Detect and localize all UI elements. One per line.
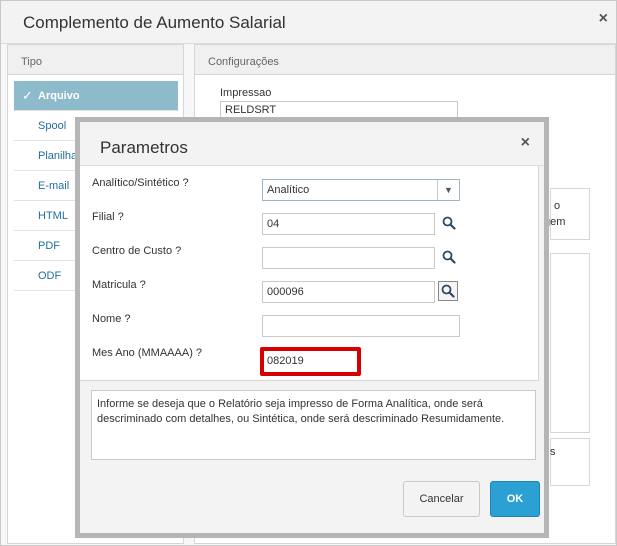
filial-input[interactable]: 04 [262, 213, 435, 235]
impressao-label: Impressao [220, 87, 272, 99]
background-fragment: o [554, 200, 561, 212]
centro-custo-search-icon[interactable] [439, 247, 459, 267]
centro-custo-input[interactable] [262, 247, 435, 269]
check-icon: ✓ [22, 88, 33, 103]
tipo-item-label: PDF [38, 240, 60, 252]
mes-ano-input[interactable]: 082019 [260, 347, 361, 376]
tipo-item-label: E-mail [38, 180, 70, 192]
mes-ano-value: 082019 [267, 355, 304, 367]
window-close-icon[interactable]: × [599, 11, 608, 27]
caret-down-icon: ▼ [437, 180, 459, 200]
background-fragment: s [550, 446, 556, 458]
centro-custo-label: Centro de Custo ? [92, 245, 182, 257]
matricula-search-icon[interactable] [438, 281, 458, 301]
filial-search-icon[interactable] [439, 213, 459, 233]
configuracoes-header: Configurações [195, 45, 615, 75]
parameters-form: Analítico/Sintético ? Analítico ▼ Filial… [80, 166, 544, 381]
filial-label: Filial ? [92, 211, 124, 223]
parametros-dialog: Parametros × Analítico/Sintético ? Analí… [80, 122, 544, 533]
parametros-dialog-frame: Parametros × Analítico/Sintético ? Analí… [75, 117, 549, 538]
background-box [550, 253, 590, 433]
tipo-item-label: Spool [38, 120, 67, 132]
matricula-label: Matricula ? [92, 279, 146, 291]
mes-ano-label: Mes Ano (MMAAAA) ? [92, 347, 203, 359]
analitico-select[interactable]: Analítico ▼ [262, 179, 460, 201]
analitico-value: Analítico [267, 184, 310, 196]
nome-label: Nome ? [92, 313, 131, 325]
analitico-label: Analítico/Sintético ? [92, 177, 189, 189]
cancel-button[interactable]: Cancelar [403, 481, 480, 517]
ok-button[interactable]: OK [490, 481, 540, 517]
tipo-item-label: ODF [38, 270, 62, 282]
nome-input[interactable] [262, 315, 460, 337]
tipo-item-label: HTML [38, 210, 68, 222]
help-text-box: Informe se deseja que o Relatório seja i… [91, 390, 536, 460]
dialog-title: Parametros [100, 138, 188, 157]
matricula-input[interactable]: 000096 [262, 281, 435, 303]
form-scrollbar[interactable] [538, 166, 544, 381]
window-title: Complemento de Aumento Salarial [23, 13, 286, 32]
background-box: s [550, 438, 590, 486]
background-box: o gem [544, 188, 590, 240]
tipo-item-arquivo[interactable]: ✓ Arquivo [14, 81, 178, 111]
tipo-item-label: Arquivo [38, 90, 80, 102]
dialog-close-icon[interactable]: × [521, 134, 530, 152]
window-header: Complemento de Aumento Salarial × [1, 1, 616, 44]
tipo-item-label: Planilha [38, 150, 78, 162]
tipo-header: Tipo [8, 45, 183, 75]
